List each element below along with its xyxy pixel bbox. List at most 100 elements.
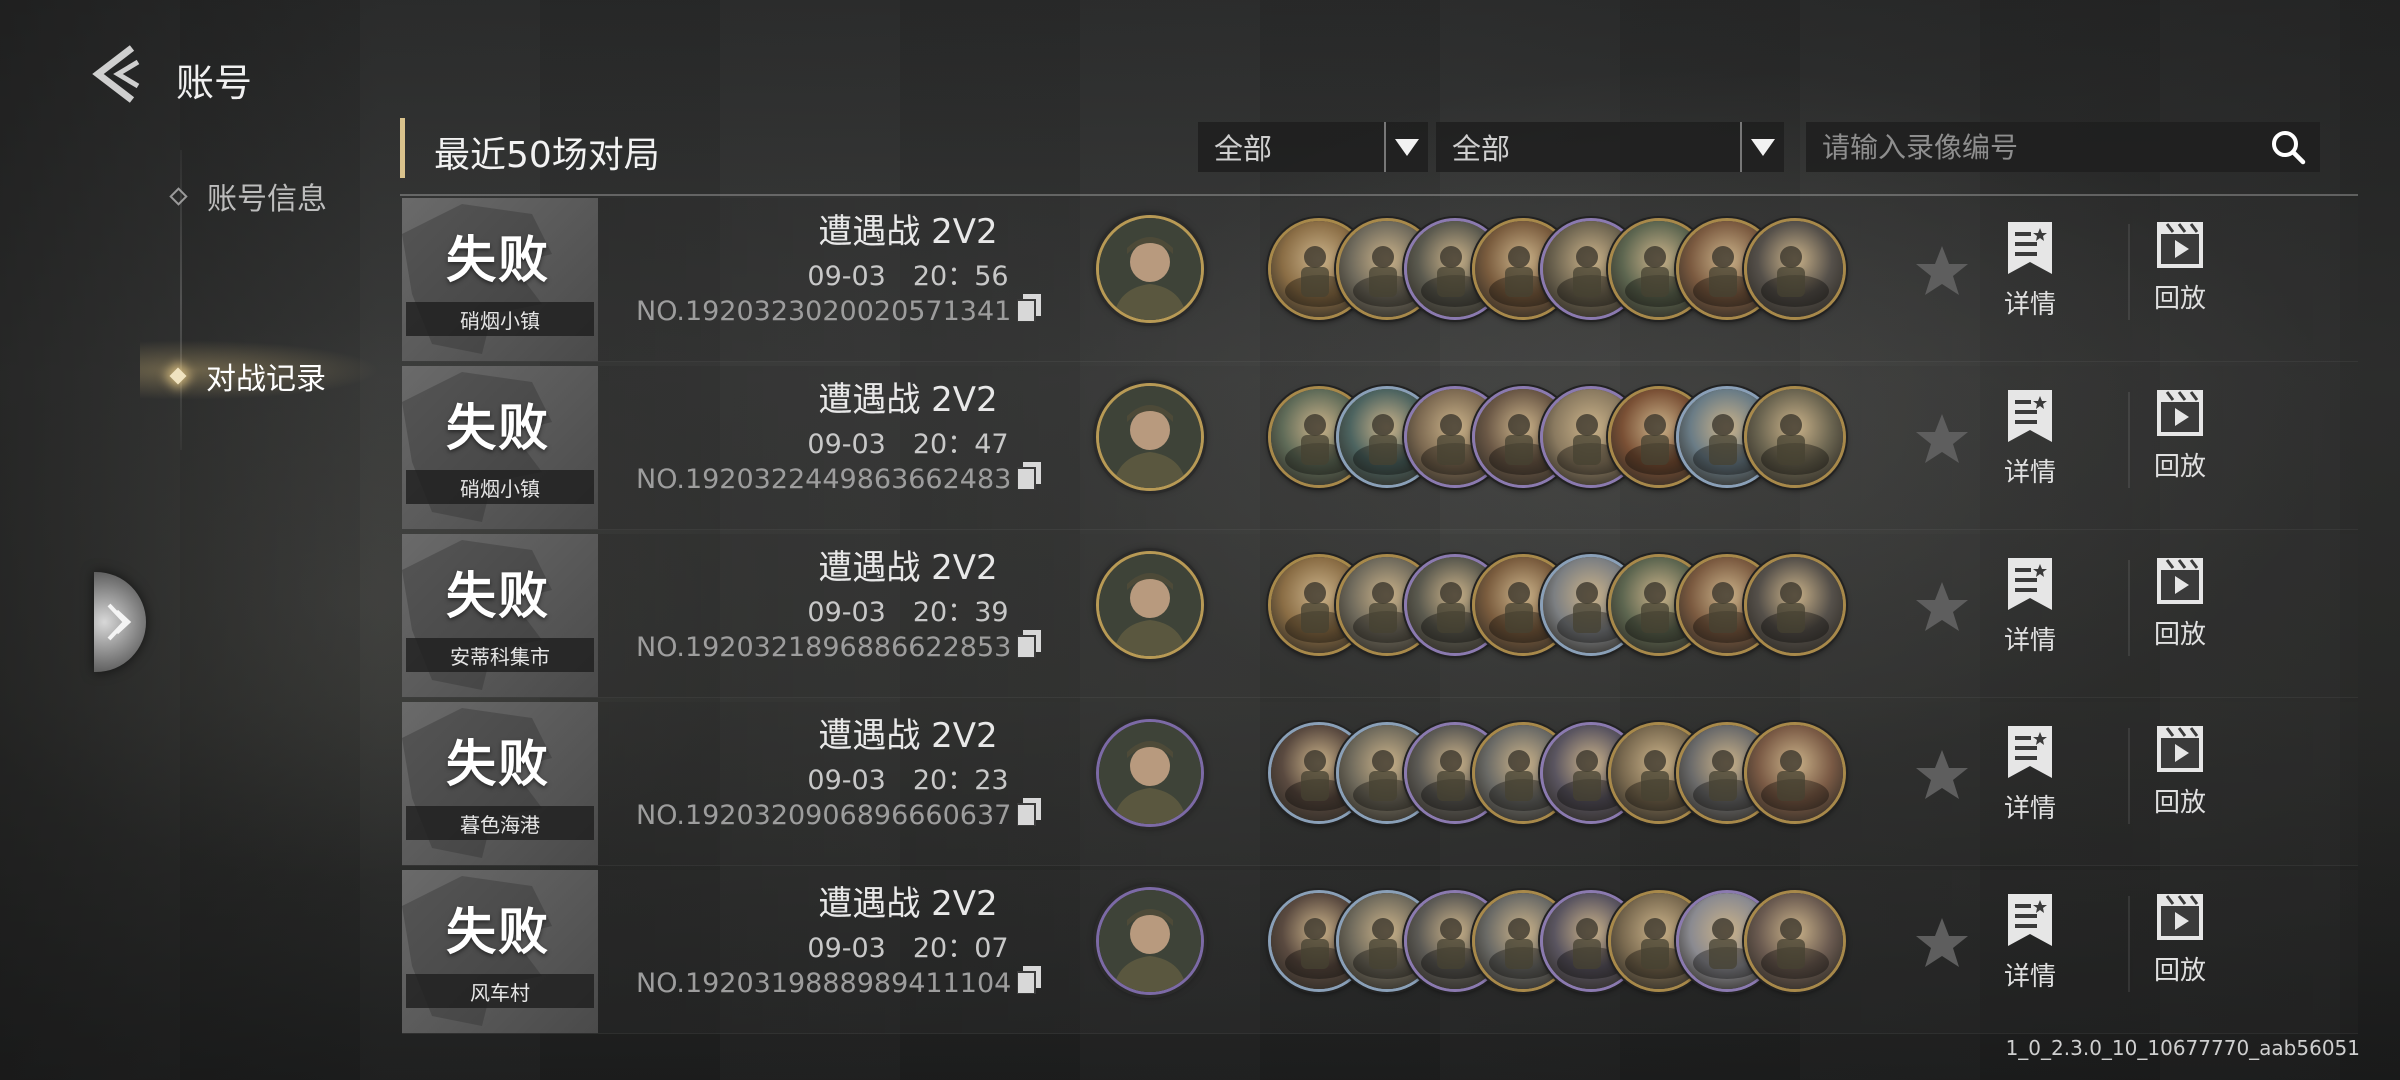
match-row[interactable]: 失败 风车村 遭遇战 2V2 09-03 20：07 NO.1920319888… xyxy=(402,870,2358,1034)
copy-icon xyxy=(1016,462,1042,491)
search-button[interactable] xyxy=(2256,122,2320,172)
search-box xyxy=(1806,122,2320,172)
unit-card-icon xyxy=(1744,890,1846,992)
match-result: 失败 xyxy=(446,567,550,625)
match-list: 失败 硝烟小镇 遭遇战 2V2 09-03 20：56 NO.192032302… xyxy=(402,198,2358,1038)
copy-icon xyxy=(1016,798,1042,827)
detail-label: 详情 xyxy=(2003,290,2056,320)
match-number-text: NO.1920319888989411104 xyxy=(636,968,1012,999)
match-number-text: NO.1920320906896660637 xyxy=(636,800,1012,831)
star-icon xyxy=(1916,918,1968,967)
match-number-text: NO.1920323020020571341 xyxy=(636,296,1012,327)
commander-portrait[interactable] xyxy=(1096,551,1204,659)
back-button[interactable] xyxy=(88,42,144,106)
replay-button[interactable]: 回放 xyxy=(2130,556,2230,666)
dropdown-arrow-icon xyxy=(1740,122,1784,172)
favorite-button[interactable] xyxy=(1912,242,1972,302)
favorite-button[interactable] xyxy=(1912,578,1972,638)
match-row[interactable]: 失败 硝烟小镇 遭遇战 2V2 09-03 20：47 NO.192032244… xyxy=(402,366,2358,530)
sidebar-item-label: 对战记录 xyxy=(206,362,326,397)
match-time: 09-03 20：39 xyxy=(807,597,1009,628)
search-icon xyxy=(2272,131,2306,165)
unit-lineup xyxy=(1268,890,1868,992)
star-icon xyxy=(1916,582,1968,631)
favorite-button[interactable] xyxy=(1912,914,1972,974)
film-play-icon xyxy=(2157,726,2203,772)
page-title: 账号 xyxy=(176,61,253,105)
dropdown-arrow-icon xyxy=(1384,122,1428,172)
copy-button[interactable] xyxy=(1016,462,1042,497)
version-label: 1_0_2.3.0_10_10677770_aab56051 xyxy=(2005,1036,2360,1060)
game-mode: 遭遇战 2V2 xyxy=(818,548,998,588)
replay-button[interactable]: 回放 xyxy=(2130,892,2230,1002)
replay-label: 回放 xyxy=(2153,788,2206,818)
game-mode: 遭遇战 2V2 xyxy=(818,380,998,420)
favorite-button[interactable] xyxy=(1912,410,1972,470)
replay-id-search-input[interactable] xyxy=(1806,129,2256,165)
commander-avatar-icon xyxy=(1099,890,1201,992)
unit-card-icon xyxy=(1744,554,1846,656)
map-name: 暮色海港 xyxy=(406,806,594,840)
expand-chevron-icon xyxy=(107,603,132,641)
bookmark-star-icon xyxy=(2008,390,2052,442)
replay-label: 回放 xyxy=(2153,620,2206,650)
map-name: 硝烟小镇 xyxy=(406,302,594,336)
replay-button[interactable]: 回放 xyxy=(2130,220,2230,330)
filter-dropdown-1[interactable]: 全部 xyxy=(1198,122,1428,172)
copy-button[interactable] xyxy=(1016,294,1042,329)
title-accent-bar xyxy=(400,118,405,178)
replay-button[interactable]: 回放 xyxy=(2130,724,2230,834)
copy-button[interactable] xyxy=(1016,630,1042,665)
game-mode: 遭遇战 2V2 xyxy=(818,716,998,756)
match-result: 失败 xyxy=(446,903,550,961)
filter-value: 全部 xyxy=(1452,132,1511,166)
match-time: 09-03 20：56 xyxy=(807,261,1009,292)
detail-button[interactable]: 详情 xyxy=(1980,220,2080,330)
section-title: 最近50场对局 xyxy=(434,135,660,176)
back-arrow-icon xyxy=(92,45,140,103)
commander-portrait[interactable] xyxy=(1096,215,1204,323)
copy-button[interactable] xyxy=(1016,798,1042,833)
match-row[interactable]: 失败 安蒂科集市 遭遇战 2V2 09-03 20：39 NO.19203218… xyxy=(402,534,2358,698)
expand-panel-button[interactable] xyxy=(94,572,146,672)
star-icon xyxy=(1916,246,1968,295)
commander-avatar-icon xyxy=(1099,554,1201,656)
unit-card-icon xyxy=(1744,722,1846,824)
detail-button[interactable]: 详情 xyxy=(1980,388,2080,498)
detail-button[interactable]: 详情 xyxy=(1980,724,2080,834)
replay-label: 回放 xyxy=(2153,284,2206,314)
detail-label: 详情 xyxy=(2003,626,2056,656)
match-result: 失败 xyxy=(446,735,550,793)
detail-button[interactable]: 详情 xyxy=(1980,892,2080,1002)
records-header: 最近50场对局 全部 全部 xyxy=(400,116,2360,198)
filter-dropdown-2[interactable]: 全部 xyxy=(1436,122,1784,172)
match-row[interactable]: 失败 硝烟小镇 遭遇战 2V2 09-03 20：56 NO.192032302… xyxy=(402,198,2358,362)
replay-button[interactable]: 回放 xyxy=(2130,388,2230,498)
match-result: 失败 xyxy=(446,399,550,457)
copy-icon xyxy=(1016,294,1042,323)
copy-button[interactable] xyxy=(1016,966,1042,1001)
match-number: NO.1920323020020571341 xyxy=(636,294,1042,329)
match-number-text: NO.1920321896886622853 xyxy=(636,632,1012,663)
match-row[interactable]: 失败 暮色海港 遭遇战 2V2 09-03 20：23 NO.192032090… xyxy=(402,702,2358,866)
match-number: NO.1920322449863662483 xyxy=(636,462,1042,497)
detail-button[interactable]: 详情 xyxy=(1980,556,2080,666)
unit-lineup xyxy=(1268,386,1868,488)
commander-avatar-icon xyxy=(1099,218,1201,320)
map-name: 硝烟小镇 xyxy=(406,470,594,504)
star-icon xyxy=(1916,414,1968,463)
match-time: 09-03 20：23 xyxy=(807,765,1009,796)
sidebar-item-match-records[interactable]: 对战记录 xyxy=(169,354,326,398)
unit-card-icon xyxy=(1744,386,1846,488)
unit-card-icon xyxy=(1744,218,1846,320)
diamond-icon xyxy=(169,186,188,206)
copy-icon xyxy=(1016,630,1042,659)
commander-portrait[interactable] xyxy=(1096,383,1204,491)
commander-portrait[interactable] xyxy=(1096,719,1204,827)
result-block: 失败 安蒂科集市 xyxy=(402,534,598,697)
commander-portrait[interactable] xyxy=(1096,887,1204,995)
map-name: 风车村 xyxy=(406,974,594,1008)
bookmark-star-icon xyxy=(2008,558,2052,610)
favorite-button[interactable] xyxy=(1912,746,1972,806)
sidebar-item-account-info[interactable]: 账号信息 xyxy=(169,174,327,218)
